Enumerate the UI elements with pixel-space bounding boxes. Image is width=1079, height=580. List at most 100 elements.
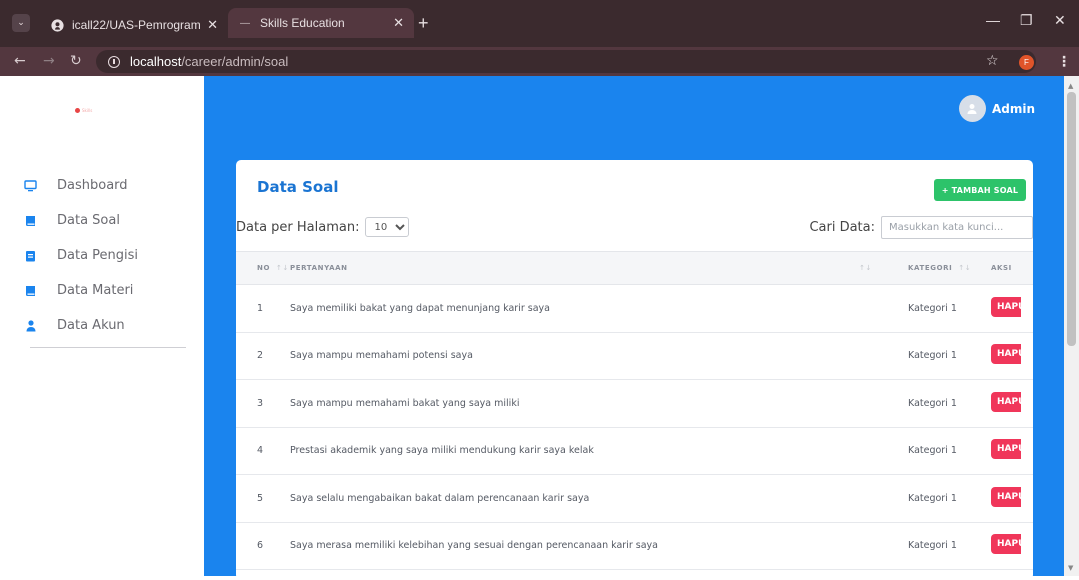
sidebar-divider	[30, 347, 186, 348]
page-title: Data Soal	[257, 178, 339, 196]
avatar[interactable]	[958, 95, 986, 122]
column-header-no[interactable]: NO ↑↓	[236, 252, 290, 285]
column-header-kategori[interactable]: KATEGORI ↑↓	[886, 252, 991, 285]
sidebar-item-data-soal[interactable]: Data Soal	[0, 203, 204, 238]
table-row: 2 Saya mampu memahami potensi saya Kategor…	[236, 332, 1033, 380]
search-label: Cari Data:	[809, 220, 875, 235]
close-icon[interactable]: ✕	[207, 17, 218, 33]
table-header-row: NO ↑↓ PERTANYAAN ↑↓ KATEGORI ↑↓ AKSI	[236, 251, 1033, 285]
per-page-control: Data per Halaman: 10	[236, 217, 410, 237]
user-menu[interactable]: Admin	[958, 95, 1035, 122]
logo-text: Skills	[82, 108, 93, 113]
logo[interactable]: Skills	[75, 108, 92, 113]
cell-aksi: HAPUS	[991, 522, 1033, 570]
sidebar-nav: Dashboard Data Soal Data Pengisi Data Ma…	[0, 168, 204, 343]
address-bar: ← → ↻ localhost/career/admin/soal ☆ F ⋮	[0, 47, 1079, 76]
questions-table: NO ↑↓ PERTANYAAN ↑↓ KATEGORI ↑↓ AKSI 1 Saya …	[236, 251, 1033, 570]
monitor-icon	[24, 179, 37, 192]
search-control: Cari Data:	[809, 216, 1033, 239]
cell-kategori: Kategori 1	[908, 492, 957, 504]
delete-button[interactable]: HAPUS	[991, 391, 1021, 412]
user-name: Admin	[991, 101, 1035, 116]
url-host: localhost	[130, 54, 182, 69]
sidebar-item-label: Data Akun	[57, 318, 125, 333]
cell-kategori: Kategori 1	[908, 302, 957, 314]
cell-no: 5	[257, 492, 264, 504]
sidebar-item-data-materi[interactable]: Data Materi	[0, 273, 204, 308]
sidebar-item-dashboard[interactable]: Dashboard	[0, 168, 204, 203]
bookmark-star-icon[interactable]: ☆	[986, 53, 999, 69]
cell-kategori: Kategori 1	[908, 445, 957, 457]
column-header-aksi: AKSI	[991, 264, 1012, 272]
user-icon	[24, 319, 37, 332]
profile-avatar[interactable]: F	[1019, 55, 1034, 70]
delete-button[interactable]: HAPUS	[991, 439, 1021, 460]
scroll-up-icon[interactable]: ▲	[1068, 82, 1073, 90]
search-input[interactable]	[881, 216, 1033, 239]
sidebar-item-label: Data Pengisi	[57, 248, 139, 263]
page-scrollbar[interactable]: ▲ ▼	[1064, 76, 1079, 576]
cell-no: 4	[257, 445, 264, 457]
cell-kategori: Kategori 1	[908, 350, 957, 362]
cell-pertanyaan: Saya mampu memahami potensi saya	[290, 350, 473, 362]
cell-kategori: Kategori 1	[908, 540, 957, 552]
url-path: /career/admin/soal	[181, 54, 289, 69]
add-question-button[interactable]: + TAMBAH SOAL	[934, 179, 1026, 201]
cell-aksi: HAPUS	[991, 285, 1033, 333]
cell-pertanyaan: Saya merasa memiliki kelebihan yang sesu…	[290, 540, 658, 552]
forward-icon[interactable]: →	[43, 53, 55, 69]
cell-pertanyaan: Saya mampu memahami bakat yang saya mili…	[290, 397, 520, 409]
cell-no: 3	[257, 397, 264, 409]
cell-pertanyaan: Saya selalu mengabaikan bakat dalam pere…	[290, 492, 590, 504]
clipboard-icon	[24, 249, 37, 262]
delete-button[interactable]: HAPUS	[991, 534, 1021, 555]
user-icon	[967, 103, 977, 114]
book-icon	[24, 214, 37, 227]
table-row: 1 Saya memiliki bakat yang dapat menunjan…	[236, 285, 1033, 333]
tab-title: icall22/UAS-Pemrograman-Wel	[72, 18, 201, 32]
cell-aksi: HAPUS	[991, 427, 1033, 475]
url-field[interactable]: localhost/career/admin/soal	[96, 50, 1036, 73]
cell-aksi: HAPUS	[991, 475, 1033, 523]
back-icon[interactable]: ←	[14, 53, 26, 69]
cell-aksi: HAPUS	[991, 380, 1033, 428]
browser-tab-github[interactable]: icall22/UAS-Pemrograman-Wel ✕	[40, 10, 228, 40]
window-close-icon[interactable]: ✕	[1054, 12, 1066, 29]
browser-tab-bar: ⌄ icall22/UAS-Pemrograman-Wel ✕ — Skills…	[0, 0, 1079, 47]
cell-pertanyaan: Saya memiliki bakat yang dapat menunjang…	[290, 302, 550, 314]
browser-menu-icon[interactable]: ⋮	[1057, 54, 1071, 70]
site-info-icon[interactable]	[108, 55, 120, 68]
sort-icon: ↑↓	[958, 264, 972, 272]
table-row: 3 Saya mampu memahami bakat yang saya mil…	[236, 380, 1033, 428]
sidebar-item-label: Dashboard	[57, 178, 128, 193]
table-row: 6 Saya merasa memiliki kelebihan yang ses…	[236, 522, 1033, 570]
sort-icon: ↑↓	[276, 264, 289, 272]
cell-no: 2	[257, 350, 264, 362]
scroll-down-icon[interactable]: ▼	[1068, 564, 1073, 572]
web-page: Skills Dashboard Data Soal Data Pengisi	[0, 76, 1064, 580]
tab-search-button[interactable]: ⌄	[12, 14, 30, 32]
sidebar-item-data-akun[interactable]: Data Akun	[0, 308, 204, 343]
close-icon[interactable]: ✕	[393, 15, 404, 31]
cell-pertanyaan: Prestasi akademik yang saya miliki mendu…	[290, 445, 594, 457]
new-tab-button[interactable]: +	[418, 13, 429, 34]
sidebar-item-data-pengisi[interactable]: Data Pengisi	[0, 238, 204, 273]
reload-icon[interactable]: ↻	[70, 53, 82, 69]
sidebar-item-label: Data Materi	[57, 283, 134, 298]
table-row: 4 Prestasi akademik yang saya miliki mend…	[236, 427, 1033, 475]
sidebar: Skills Dashboard Data Soal Data Pengisi	[0, 76, 204, 576]
scrollbar-thumb[interactable]	[1067, 92, 1076, 346]
column-header-pertanyaan[interactable]: PERTANYAAN ↑↓	[290, 252, 886, 285]
delete-button[interactable]: HAPUS	[991, 486, 1021, 507]
cell-aksi: HAPUS	[991, 332, 1033, 380]
minimize-icon[interactable]: —	[986, 12, 1000, 28]
tab-title: Skills Education	[260, 16, 345, 30]
delete-button[interactable]: HAPUS	[991, 296, 1021, 317]
delete-button[interactable]: HAPUS	[991, 344, 1021, 365]
logo-mark	[75, 108, 80, 113]
per-page-select[interactable]: 10	[365, 217, 410, 237]
browser-tab-active[interactable]: — Skills Education ✕	[228, 8, 414, 38]
restore-icon[interactable]: ❐	[1020, 12, 1033, 29]
sidebar-item-label: Data Soal	[57, 213, 120, 228]
main-content: Admin Data Soal + TAMBAH SOAL Data per H…	[204, 76, 1064, 580]
